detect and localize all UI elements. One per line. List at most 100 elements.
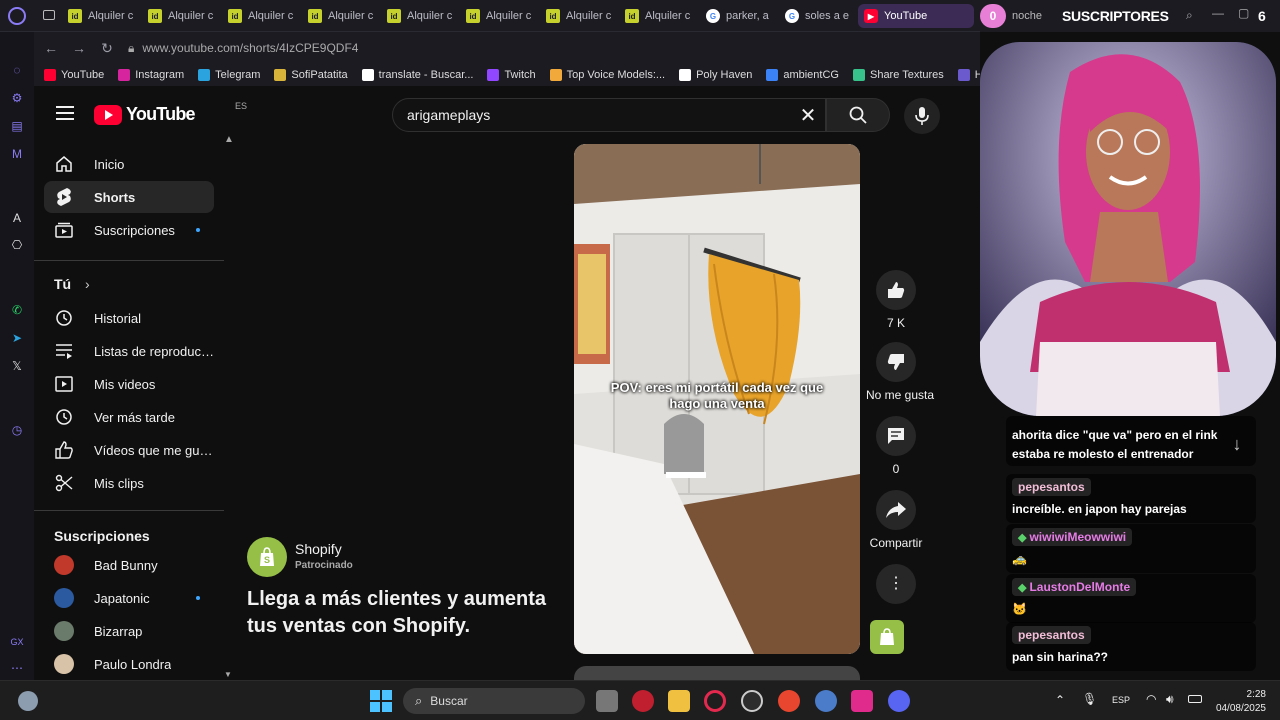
bookmark-item[interactable]: Han: [957, 69, 980, 81]
share-button[interactable]: [876, 490, 916, 530]
sidebar-sub-bizarrap[interactable]: Bizarrap: [44, 615, 214, 647]
short-video-player[interactable]: POV: eres mi portátil cada vez que hago …: [574, 144, 860, 654]
dislike-button[interactable]: [876, 342, 916, 382]
search-input[interactable]: arigameplays: [407, 107, 791, 123]
dislike-action[interactable]: No me gusta: [866, 342, 934, 402]
workspace-icon[interactable]: ▤: [9, 118, 25, 134]
sidebar-item-historial[interactable]: Historial: [44, 302, 214, 334]
app-red-icon[interactable]: [632, 690, 654, 712]
bookmark-item[interactable]: Twitch: [487, 69, 536, 81]
x-icon[interactable]: 𝕏: [9, 358, 25, 374]
browser-tab[interactable]: id Alquiler c: [619, 4, 693, 28]
bookmark-item[interactable]: YouTube: [44, 69, 104, 81]
file-explorer-icon[interactable]: [668, 690, 690, 712]
vector-logo-icon[interactable]: A: [9, 210, 25, 226]
widgets-icon[interactable]: [18, 691, 38, 711]
discord-icon[interactable]: [888, 690, 910, 712]
sidebar-sub-bad-bunny[interactable]: Bad Bunny: [44, 549, 214, 581]
bookmark-item[interactable]: SofiPatatita: [274, 69, 348, 81]
volume-icon[interactable]: 🔊︎: [1166, 692, 1174, 707]
sidebar-item-mis-clips[interactable]: Mis clips: [44, 467, 214, 499]
system-clock[interactable]: 2:28 04/08/2025: [1216, 688, 1266, 716]
language-indicator[interactable]: ESP: [1112, 695, 1130, 705]
tray-chevron-icon[interactable]: ⌃: [1055, 693, 1065, 707]
ad-headline[interactable]: Llega a más clientes y aumenta tus venta…: [247, 586, 567, 640]
clear-search-icon[interactable]: ✕: [791, 103, 825, 128]
chatgpt-icon[interactable]: ⎔: [9, 237, 25, 253]
more-icon[interactable]: ⋯: [9, 660, 25, 676]
share-action[interactable]: Compartir: [866, 490, 926, 550]
tray-mic-icon[interactable]: 🎙︎: [1082, 692, 1097, 706]
app-pink-icon[interactable]: [851, 690, 873, 712]
task-view-icon[interactable]: [596, 690, 618, 712]
menu-hamburger-icon[interactable]: [56, 106, 74, 120]
sidebar-sub-paulo-londra[interactable]: Paulo Londra: [44, 648, 214, 680]
browser-tab[interactable]: Gparker, a: [700, 4, 774, 28]
scroll-up-arrow[interactable]: ▲: [224, 134, 234, 145]
maximize-icon[interactable]: ▢: [1238, 6, 1249, 20]
url-field[interactable]: 🔒︎ www.youtube.com/shorts/4IzCPE9QDF4: [128, 41, 358, 56]
browser-tab[interactable]: id Alquiler c: [381, 4, 455, 28]
gx-icon[interactable]: GX: [9, 634, 25, 650]
comments-action[interactable]: 0: [866, 416, 926, 476]
next-short-preview[interactable]: [574, 666, 860, 680]
sidebar-sub-japatonic[interactable]: Japatonic: [44, 582, 214, 614]
voice-search-button[interactable]: [904, 98, 940, 134]
settings-gear-icon[interactable]: [815, 690, 837, 712]
bookmark-item[interactable]: Share Textures: [852, 69, 944, 81]
shopify-logo[interactable]: S: [247, 537, 287, 577]
search-box[interactable]: arigameplays ✕: [392, 98, 826, 132]
scroll-down-arrow[interactable]: ▼: [224, 670, 232, 679]
telegram-icon[interactable]: ➤: [9, 330, 25, 346]
start-icon[interactable]: [370, 690, 392, 712]
bookmark-item[interactable]: Instagram: [118, 69, 184, 81]
reload-icon[interactable]: ↻: [96, 37, 118, 59]
browser-tab[interactable]: id Alquiler c: [142, 4, 216, 28]
tab-overview-icon[interactable]: [43, 10, 55, 20]
history-clock-icon[interactable]: ◷: [9, 422, 25, 438]
sidebar-item-liked-videos[interactable]: Vídeos que me gus...: [44, 434, 214, 466]
browser-tab[interactable]: id Alquiler c: [302, 4, 376, 28]
messenger-m-icon[interactable]: M: [9, 146, 25, 162]
bookmark-item[interactable]: ambientCG: [766, 69, 839, 81]
sidebar-item-inicio[interactable]: Inicio: [44, 148, 214, 180]
wifi-icon[interactable]: ◠: [1146, 692, 1156, 706]
like-action[interactable]: 7 K: [866, 270, 926, 330]
whatsapp-icon[interactable]: ✆: [9, 302, 25, 318]
browser-tab[interactable]: Gsoles a e: [779, 4, 853, 28]
sidebar-item-listas[interactable]: Listas de reproducc...: [44, 335, 214, 367]
browser-tab[interactable]: ▶ YouTube: [858, 4, 974, 28]
like-button[interactable]: [876, 270, 916, 310]
aria-icon[interactable]: ◌: [9, 62, 25, 78]
chat-scroll-down-icon[interactable]: ↓: [1226, 434, 1248, 456]
bookmark-item[interactable]: Poly Haven: [679, 69, 752, 81]
taskbar-search[interactable]: ⌕ Buscar: [403, 688, 585, 714]
sidebar-item-shorts[interactable]: Shorts: [44, 181, 214, 213]
browser-tab[interactable]: id Alquiler c: [62, 4, 136, 28]
more-action[interactable]: ⋮: [866, 564, 926, 604]
shopify-cta-button[interactable]: [870, 620, 904, 654]
opera-menu-icon[interactable]: [8, 7, 26, 25]
obs-icon[interactable]: [741, 690, 763, 712]
forward-icon[interactable]: →: [68, 37, 90, 59]
sidebar-item-ver-mas-tarde[interactable]: Ver más tarde: [44, 401, 214, 433]
comments-button[interactable]: [876, 416, 916, 456]
search-button[interactable]: [826, 98, 890, 132]
app-orange-icon[interactable]: [778, 690, 800, 712]
bookmark-item[interactable]: Telegram: [198, 69, 260, 81]
extensions-icon[interactable]: ⚙: [9, 90, 25, 106]
ad-advertiser[interactable]: Shopify: [295, 541, 342, 557]
bookmark-item[interactable]: translate - Buscar...: [361, 69, 473, 81]
you-section-heading[interactable]: Tú ›: [54, 276, 90, 292]
browser-tab[interactable]: id Alquiler c: [222, 4, 296, 28]
back-icon[interactable]: ←: [40, 37, 62, 59]
youtube-logo[interactable]: YouTube ES: [94, 101, 247, 125]
browser-tab[interactable]: id Alquiler c: [460, 4, 534, 28]
sidebar-item-mis-videos[interactable]: Mis videos: [44, 368, 214, 400]
minimize-icon[interactable]: —: [1212, 6, 1224, 20]
sidebar-item-suscripciones[interactable]: Suscripciones: [44, 214, 214, 246]
battery-icon[interactable]: [1188, 695, 1202, 703]
bookmark-item[interactable]: Top Voice Models:...: [549, 69, 665, 81]
more-options-button[interactable]: ⋮: [876, 564, 916, 604]
browser-tab[interactable]: id Alquiler c: [540, 4, 614, 28]
